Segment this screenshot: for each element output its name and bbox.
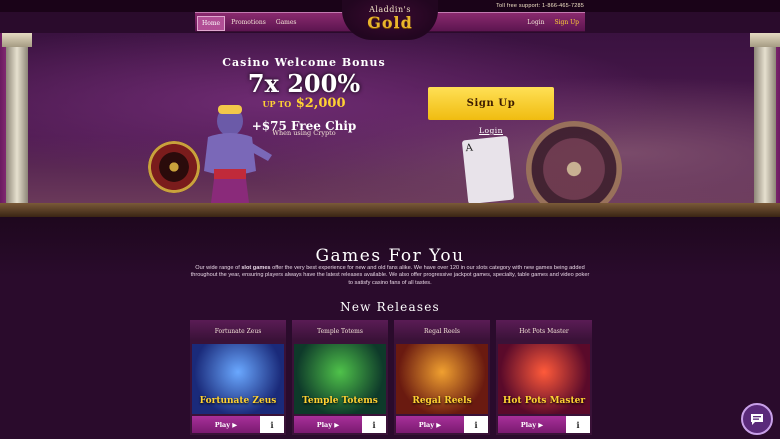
hero-banner: A Casino Welcome Bonus 7x 200% UP TO $2,…: [0, 33, 780, 243]
game-tile-name: Hot Pots Master: [496, 320, 592, 340]
slot-games-link[interactable]: slot games: [241, 265, 270, 271]
game-tile-hot-pots-master: Hot Pots Master Hot Pots Master Play ▶ i: [496, 320, 592, 435]
new-releases-list: Fortunate Zeus Fortunate Zeus Play ▶ i T…: [190, 320, 592, 435]
site-logo[interactable]: Aladdin's Gold: [342, 0, 438, 40]
hero-sign-up-button[interactable]: Sign Up: [428, 87, 554, 120]
bonus-heading: Casino Welcome Bonus: [222, 56, 386, 69]
info-button[interactable]: i: [464, 416, 488, 433]
bonus-multiplier: 7x 200%: [247, 69, 361, 98]
play-button[interactable]: Play ▶: [192, 416, 260, 433]
bonus-upto-amount: $2,000: [295, 96, 346, 111]
games-section-title: Games For You: [315, 246, 465, 266]
game-tile-fortunate-zeus: Fortunate Zeus Fortunate Zeus Play ▶ i: [190, 320, 286, 435]
bonus-upto: UP TO $2,000: [218, 96, 390, 111]
game-thumbnail[interactable]: Temple Totems: [294, 344, 386, 414]
nav-home[interactable]: Home: [197, 16, 226, 31]
game-thumbnail[interactable]: Fortunate Zeus: [192, 344, 284, 414]
hero-login-link[interactable]: Login: [470, 126, 512, 135]
play-button[interactable]: Play ▶: [396, 416, 464, 433]
info-button[interactable]: i: [362, 416, 386, 433]
info-button[interactable]: i: [566, 416, 590, 433]
game-tile-actions: Play ▶ i: [192, 416, 284, 433]
game-tile-name: Temple Totems: [292, 320, 388, 340]
playing-card-image: A: [461, 135, 515, 205]
genie-character-image: [204, 105, 272, 211]
game-tile-actions: Play ▶ i: [396, 416, 488, 433]
game-tile-regal-reels: Regal Reels Regal Reels Play ▶ i: [394, 320, 490, 435]
support-phone: Toll free support: 1-866-465-7285: [496, 3, 584, 9]
game-thumbnail[interactable]: Regal Reels: [396, 344, 488, 414]
nav-sign-up[interactable]: Sign Up: [550, 16, 583, 29]
logo-bottom-text: Gold: [367, 13, 413, 32]
card-rank: A: [465, 142, 474, 155]
nav-promotions[interactable]: Promotions: [227, 16, 270, 31]
live-chat-button[interactable]: [741, 403, 773, 435]
bonus-upto-prefix: UP TO: [262, 99, 292, 109]
nav-games[interactable]: Games: [272, 16, 301, 31]
game-tile-actions: Play ▶ i: [294, 416, 386, 433]
free-chip-note: When using Crypto: [272, 129, 336, 137]
game-tile-name: Regal Reels: [394, 320, 490, 340]
games-description: Our wide range of slot games offer the v…: [190, 265, 590, 286]
game-thumbnail[interactable]: Hot Pots Master: [498, 344, 590, 414]
chat-bubble-icon: [751, 414, 763, 425]
new-releases-title: New Releases: [340, 300, 440, 314]
game-tile-name: Fortunate Zeus: [190, 320, 286, 340]
nav-right-group: Login Sign Up: [523, 16, 583, 29]
info-button[interactable]: i: [260, 416, 284, 433]
game-tile-temple-totems: Temple Totems Temple Totems Play ▶ i: [292, 320, 388, 435]
play-button[interactable]: Play ▶: [294, 416, 362, 433]
logo-top-text: Aladdin's: [369, 5, 411, 14]
nav-login[interactable]: Login: [523, 16, 548, 29]
game-tile-actions: Play ▶ i: [498, 416, 590, 433]
play-button[interactable]: Play ▶: [498, 416, 566, 433]
nav-left-group: Home Promotions Games: [197, 16, 301, 31]
wooden-ledge: [0, 203, 780, 217]
